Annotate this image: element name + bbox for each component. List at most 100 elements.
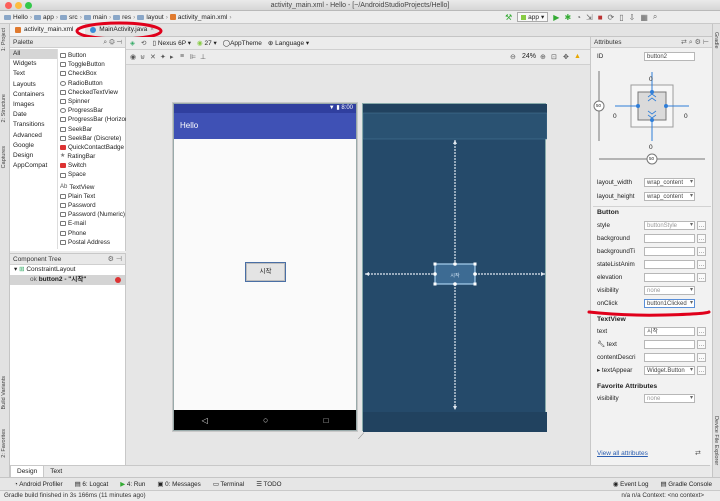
stop-icon[interactable]: ■	[598, 13, 603, 22]
resize-handle-icon[interactable]: ⟋	[358, 431, 364, 442]
design-surface-icon[interactable]: ◈	[130, 39, 135, 47]
device-file-explorer-tool-button[interactable]: Device File Explorer	[713, 416, 719, 465]
minimize-window-icon[interactable]	[15, 2, 22, 9]
zoom-window-icon[interactable]	[25, 2, 32, 9]
margin-bottom-value[interactable]: 0	[649, 144, 653, 151]
build-variants-tool-button[interactable]: Build Variants	[1, 376, 7, 410]
expand-arrow-icon[interactable]: ▾	[14, 266, 17, 273]
background-tint-field[interactable]	[644, 247, 695, 256]
run-tool-button[interactable]: ▶ 4: Run	[120, 481, 145, 488]
palette-category-text[interactable]: Text	[10, 69, 57, 79]
device-select[interactable]: ▯ Nexus 6P ▾	[152, 39, 191, 47]
expand-arrow-icon[interactable]: ▸	[597, 367, 600, 374]
margin-left-value[interactable]: 0	[613, 113, 617, 120]
elevation-field[interactable]	[644, 273, 695, 282]
swap-view-icon[interactable]: ⇄	[681, 39, 687, 46]
palette-item-quickcontactbadge[interactable]: QuickContactBadge	[60, 143, 126, 152]
show-design-icon[interactable]: ◉	[130, 53, 136, 61]
zoom-in-icon[interactable]: ⊕	[540, 53, 546, 61]
horizontal-bias-value[interactable]: 50	[649, 156, 654, 161]
palette-item-seekbar[interactable]: SeekBar	[60, 125, 126, 134]
close-window-icon[interactable]	[5, 2, 12, 9]
swap-view-icon[interactable]: ⇄	[695, 449, 701, 457]
resource-picker-button[interactable]: …	[697, 234, 706, 243]
resource-picker-button[interactable]: …	[697, 247, 706, 256]
palette-item-plain-text[interactable]: Plain Text	[60, 192, 126, 201]
tools-text-field[interactable]	[644, 340, 695, 349]
vertical-bias-value[interactable]: 50	[596, 103, 601, 108]
palette-item-email[interactable]: E-mail	[60, 219, 126, 228]
layout-height-select[interactable]: wrap_content	[644, 192, 695, 201]
align-icon[interactable]: ⊫	[190, 53, 196, 61]
error-icon[interactable]	[115, 277, 121, 283]
orientation-icon[interactable]: ⟲	[141, 39, 146, 47]
messages-button[interactable]: ▣ 0: Messages	[157, 481, 200, 488]
pack-icon[interactable]: ≡	[180, 53, 184, 60]
palette-item-ratingbar[interactable]: ★ RatingBar	[60, 152, 126, 161]
palette-item-checkedtextview[interactable]: CheckedTextView	[60, 88, 126, 97]
palette-category-containers[interactable]: Containers	[10, 90, 57, 100]
palette-category-google[interactable]: Google	[10, 141, 57, 151]
resource-picker-button[interactable]: …	[697, 221, 706, 230]
breadcrumb-item[interactable]: app	[33, 14, 54, 21]
warning-icon[interactable]: ▲	[574, 53, 581, 60]
gear-icon[interactable]: ⚙	[109, 39, 115, 46]
gear-icon[interactable]: ⚙	[108, 256, 114, 263]
event-log-button[interactable]: ◉ Event Log	[613, 481, 649, 488]
palette-item-progressbar[interactable]: ProgressBar	[60, 106, 126, 115]
palette-category-date[interactable]: Date	[10, 110, 57, 120]
project-structure-icon[interactable]: ▦	[640, 13, 648, 22]
search-icon[interactable]: ⌕	[103, 39, 107, 46]
zoom-fit-icon[interactable]: ⊡	[551, 53, 557, 61]
run-icon[interactable]: ▶	[553, 13, 559, 22]
hide-panel-icon[interactable]: ⊣	[117, 39, 122, 46]
visibility-select[interactable]: none	[644, 286, 695, 295]
zoom-out-icon[interactable]: ⊖	[510, 53, 516, 61]
make-project-icon[interactable]: ⚒	[505, 13, 512, 22]
palette-item-button[interactable]: Button	[60, 51, 126, 60]
resource-picker-button[interactable]: …	[697, 260, 706, 269]
resource-picker-button[interactable]: …	[697, 366, 706, 375]
fav-visibility-select[interactable]: none	[644, 394, 695, 403]
preview-start-button[interactable]: 시작	[245, 262, 286, 282]
profile-icon[interactable]: ◔	[576, 13, 581, 22]
tree-node-constraintlayout[interactable]: ▾ ⊞ ConstraintLayout	[10, 265, 125, 275]
search-everywhere-icon[interactable]: ⌕	[653, 12, 657, 22]
palette-item-postal-address[interactable]: Postal Address	[60, 238, 126, 247]
sync-gradle-icon[interactable]: ⟳	[608, 13, 615, 22]
run-config-select[interactable]: app ▾	[517, 12, 549, 22]
style-select[interactable]: buttonStyle	[644, 221, 695, 230]
sdk-manager-icon[interactable]: ⇩	[629, 13, 636, 22]
palette-item-checkbox[interactable]: CheckBox	[60, 69, 126, 78]
palette-category-images[interactable]: Images	[10, 100, 57, 110]
api-level-select[interactable]: ◉ 27 ▾	[197, 39, 217, 47]
magnet-icon[interactable]: ⊍	[140, 53, 145, 61]
id-field[interactable]: button2	[644, 52, 695, 61]
captures-tool-button[interactable]: Captures	[1, 146, 7, 168]
tab-design[interactable]: Design	[10, 466, 45, 477]
tab-text[interactable]: Text	[44, 466, 68, 477]
language-select[interactable]: ⊕ Language ▾	[268, 39, 309, 47]
margin-top-value[interactable]: 0	[649, 76, 653, 83]
structure-tool-button[interactable]: 2: Structure	[1, 94, 7, 122]
margin-right-value[interactable]: 0	[684, 113, 688, 120]
view-all-attributes-link[interactable]: View all attributes	[597, 450, 648, 457]
palette-category-design[interactable]: Design	[10, 151, 57, 161]
resource-picker-button[interactable]: …	[697, 353, 706, 362]
margin-icon[interactable]: ▸	[170, 53, 174, 61]
hide-panel-icon[interactable]: ⊣	[116, 256, 122, 263]
project-tool-button[interactable]: 1: Project	[1, 28, 7, 51]
layout-width-select[interactable]: wrap_content	[644, 178, 695, 187]
text-appearance-select[interactable]: Widget.Button	[644, 366, 695, 375]
gradle-console-button[interactable]: ▤ Gradle Console	[661, 481, 712, 488]
palette-item-textview[interactable]: Ab TextView	[60, 183, 126, 192]
palette-category-transitions[interactable]: Transitions	[10, 120, 57, 130]
infer-constraints-icon[interactable]: ✦	[160, 53, 166, 61]
tree-node-button2[interactable]: ok button2 - "시작"	[10, 275, 125, 285]
palette-item-space[interactable]: Space	[60, 170, 126, 179]
clear-constraints-icon[interactable]: ✕	[150, 53, 156, 61]
debug-icon[interactable]: ✱	[564, 13, 571, 22]
attach-debugger-icon[interactable]: ⇲	[586, 13, 593, 22]
todo-button[interactable]: ☰ TODO	[256, 481, 281, 488]
hide-panel-icon[interactable]: ⊢	[703, 39, 709, 46]
